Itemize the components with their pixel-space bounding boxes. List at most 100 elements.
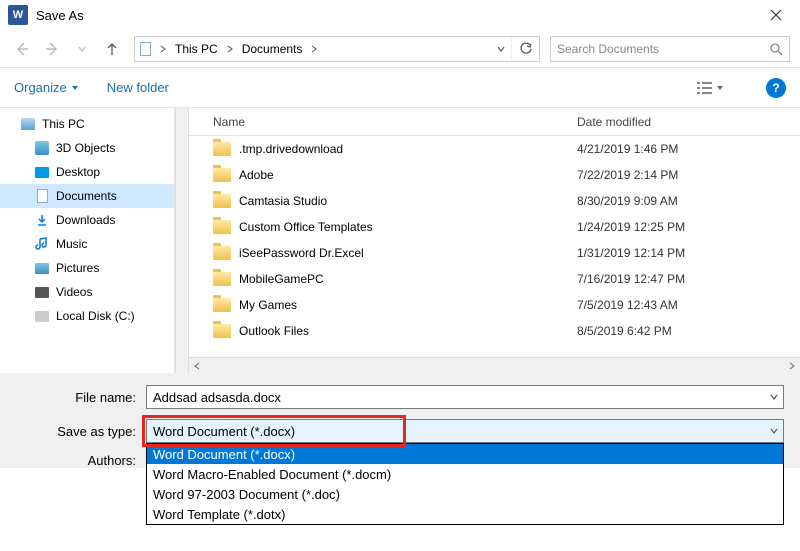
desktop-icon [34, 164, 50, 180]
file-row[interactable]: iSeePassword Dr.Excel 1/31/2019 12:14 PM [189, 240, 800, 266]
dl-icon [34, 212, 50, 228]
file-row[interactable]: Adobe7/22/2019 2:14 PM [189, 162, 800, 188]
arrow-up-icon [104, 41, 120, 57]
dropdown-option[interactable]: Word Template (*.dotx) [147, 504, 783, 524]
saveastype-dropdown-list[interactable]: Word Document (*.docx)Word Macro-Enabled… [146, 443, 784, 525]
nav-forward-button[interactable] [40, 37, 64, 61]
help-button[interactable]: ? [766, 78, 786, 98]
pc-icon [20, 116, 36, 132]
vid-icon [34, 284, 50, 300]
chevron-right-icon[interactable] [155, 44, 171, 54]
filename-dropdown-arrow[interactable] [769, 392, 779, 402]
folder-icon [213, 142, 231, 156]
folder-icon [213, 324, 231, 338]
address-bar[interactable]: This PC Documents [134, 36, 540, 62]
sidebar-item-label: Downloads [56, 213, 115, 227]
file-list[interactable]: .tmp.drivedownload4/21/2019 1:46 PMAdobe… [189, 136, 800, 357]
file-name: Custom Office Templates [239, 220, 373, 234]
sidebar-item-label: Music [56, 237, 87, 251]
filename-input[interactable]: Addsad adsasda.docx [146, 385, 784, 409]
nav-back-button[interactable] [10, 37, 34, 61]
sidebar-item-label: 3D Objects [56, 141, 115, 155]
sidebar-item-label: This PC [42, 117, 85, 131]
document-icon [137, 41, 153, 57]
view-options-button[interactable] [696, 81, 724, 95]
sidebar-item-label: Documents [56, 189, 117, 203]
sidebar-item-videos[interactable]: Videos [0, 280, 174, 304]
music-icon [34, 236, 50, 252]
sidebar-item-music[interactable]: Music [0, 232, 174, 256]
breadcrumb-segment[interactable]: Documents [238, 37, 307, 61]
chevron-right-icon[interactable] [222, 44, 238, 54]
sidebar-item-documents[interactable]: Documents [0, 184, 174, 208]
file-row[interactable]: Outlook Files8/5/2019 6:42 PM [189, 318, 800, 344]
file-row[interactable]: Custom Office Templates 1/24/2019 12:25 P… [189, 214, 800, 240]
saveastype-combobox[interactable]: Word Document (*.docx) [146, 419, 784, 443]
nav-up-button[interactable] [100, 37, 124, 61]
saveastype-label: Save as type: [16, 424, 146, 439]
sidebar-item-this-pc[interactable]: This PC [0, 112, 174, 136]
scroll-left-button[interactable] [189, 358, 205, 374]
file-row[interactable]: MobileGamePC7/16/2019 12:47 PM [189, 266, 800, 292]
filename-label: File name: [16, 390, 146, 405]
file-name: iSeePassword Dr.Excel [239, 246, 364, 260]
folder-icon [213, 246, 231, 260]
chevron-left-icon [193, 361, 201, 371]
search-box[interactable] [550, 36, 790, 62]
dropdown-arrow-icon [71, 84, 79, 92]
column-header-name[interactable]: Name [189, 115, 569, 129]
column-header-date[interactable]: Date modified [569, 115, 800, 129]
scroll-right-button[interactable] [784, 358, 800, 374]
dropdown-option[interactable]: Word Document (*.docx) [147, 444, 783, 464]
file-name: .tmp.drivedownload [239, 142, 343, 156]
file-row[interactable]: .tmp.drivedownload4/21/2019 1:46 PM [189, 136, 800, 162]
address-dropdown[interactable] [491, 37, 511, 61]
file-name: My Games [239, 298, 297, 312]
search-input[interactable] [557, 42, 765, 56]
refresh-button[interactable] [511, 37, 539, 61]
close-button[interactable] [760, 7, 792, 23]
breadcrumb-label: This PC [175, 42, 218, 56]
new-folder-button[interactable]: New folder [107, 80, 169, 95]
column-headers: Name Date modified [189, 108, 800, 136]
organize-button[interactable]: Organize [14, 80, 79, 95]
horizontal-scrollbar[interactable] [189, 357, 800, 373]
pane-resize-handle[interactable] [175, 108, 189, 373]
sidebar-item-label: Local Disk (C:) [56, 309, 135, 323]
file-date: 8/5/2019 6:42 PM [569, 324, 800, 338]
breadcrumb-segment[interactable]: This PC [171, 37, 222, 61]
file-name: Camtasia Studio [239, 194, 327, 208]
folder-icon [213, 272, 231, 286]
sidebar-item-downloads[interactable]: Downloads [0, 208, 174, 232]
file-date: 1/31/2019 12:14 PM [569, 246, 800, 260]
sidebar-item-label: Videos [56, 285, 92, 299]
file-date: 7/5/2019 12:43 AM [569, 298, 800, 312]
nav-recent-dropdown[interactable] [70, 37, 94, 61]
chevron-right-icon[interactable] [306, 44, 322, 54]
3d-icon [34, 140, 50, 156]
file-row[interactable]: My Games 7/5/2019 12:43 AM [189, 292, 800, 318]
dropdown-arrow-icon [716, 84, 724, 92]
dropdown-option[interactable]: Word Macro-Enabled Document (*.docm) [147, 464, 783, 484]
saveastype-dropdown-arrow[interactable] [769, 426, 779, 436]
file-date: 1/24/2019 12:25 PM [569, 220, 800, 234]
dropdown-option[interactable]: Word 97-2003 Document (*.doc) [147, 484, 783, 504]
file-name: Adobe [239, 168, 274, 182]
chevron-down-icon [77, 44, 87, 54]
word-app-icon: W [8, 5, 28, 25]
window-title: Save As [36, 8, 84, 23]
sidebar-item-pictures[interactable]: Pictures [0, 256, 174, 280]
chevron-down-icon [496, 44, 506, 54]
sidebar-item-3d-objects[interactable]: 3D Objects [0, 136, 174, 160]
refresh-icon [519, 42, 533, 56]
close-icon [770, 9, 782, 21]
file-row[interactable]: Camtasia Studio8/30/2019 9:09 AM [189, 188, 800, 214]
sidebar-item-desktop[interactable]: Desktop [0, 160, 174, 184]
sidebar-item-local-disk-c-[interactable]: Local Disk (C:) [0, 304, 174, 328]
filename-value: Addsad adsasda.docx [153, 390, 281, 405]
authors-label: Authors: [16, 453, 146, 468]
search-icon [769, 42, 783, 56]
navigation-tree[interactable]: This PC 3D Objects Desktop Documents Downloa… [0, 108, 175, 373]
doc-icon [34, 188, 50, 204]
arrow-left-icon [13, 40, 31, 58]
